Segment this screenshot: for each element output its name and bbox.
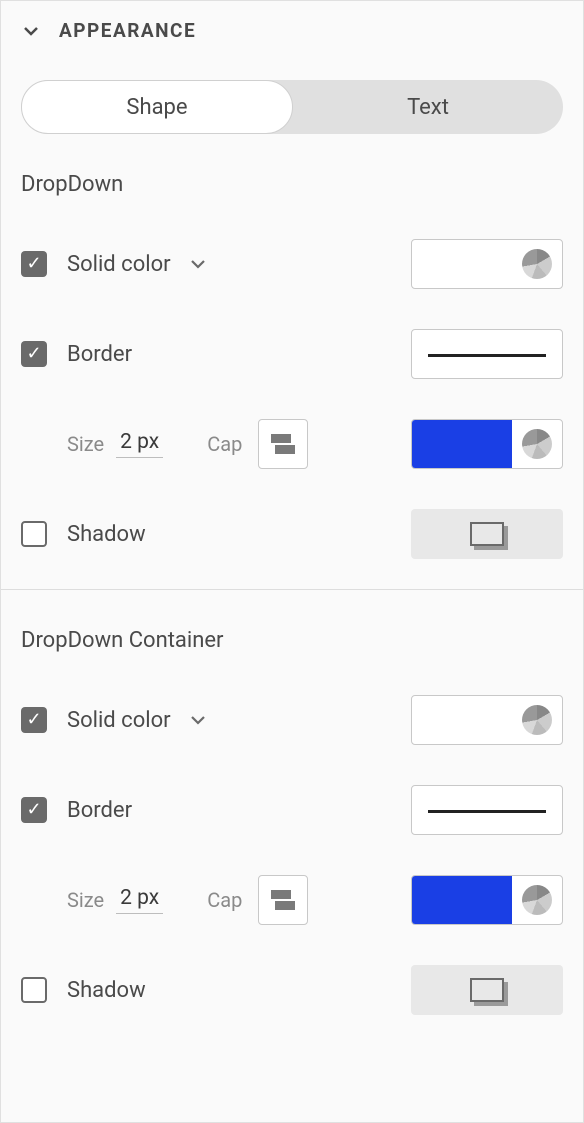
panel-title: APPEARANCE	[59, 19, 196, 42]
solid-color-checkbox[interactable]: ✓	[21, 251, 47, 277]
size-input[interactable]: 2 px	[116, 886, 163, 914]
color-wheel-icon	[522, 429, 552, 459]
section-container-title: DropDown Container	[21, 628, 563, 653]
shadow-checkbox[interactable]	[21, 521, 47, 547]
cap-label: Cap	[207, 432, 242, 456]
collapse-chevron-icon[interactable]	[21, 21, 41, 41]
tab-text-label: Text	[407, 95, 449, 120]
border-style-swatch[interactable]	[411, 329, 563, 379]
appearance-tabs: Shape Text	[21, 80, 563, 134]
size-label: Size	[67, 888, 104, 912]
shadow-checkbox[interactable]	[21, 977, 47, 1003]
cap-label: Cap	[207, 888, 242, 912]
check-icon: ✓	[26, 255, 41, 273]
section-dropdown-container: DropDown Container ✓ Solid color ✓ Borde…	[1, 589, 583, 1045]
shadow-icon	[470, 978, 504, 1002]
shadow-label: Shadow	[67, 978, 146, 1003]
color-wheel-icon	[522, 249, 552, 279]
solid-color-swatch[interactable]	[411, 239, 563, 289]
border-label: Border	[67, 342, 132, 367]
tab-text[interactable]: Text	[293, 80, 563, 134]
border-color-fill	[412, 876, 512, 924]
check-icon: ✓	[26, 345, 41, 363]
border-checkbox[interactable]: ✓	[21, 797, 47, 823]
section-dropdown: DropDown ✓ Solid color ✓ Border	[1, 134, 583, 589]
border-color-fill	[412, 420, 512, 468]
solid-color-checkbox[interactable]: ✓	[21, 707, 47, 733]
size-input[interactable]: 2 px	[116, 430, 163, 458]
cap-icon	[271, 890, 295, 910]
chevron-down-icon[interactable]	[189, 255, 207, 273]
color-wheel-icon	[522, 885, 552, 915]
line-preview-icon	[428, 810, 546, 813]
tab-shape-label: Shape	[126, 95, 187, 120]
border-color-swatch[interactable]	[411, 875, 563, 925]
shadow-swatch[interactable]	[411, 509, 563, 559]
shadow-label: Shadow	[67, 522, 146, 547]
shadow-icon	[470, 522, 504, 546]
border-label: Border	[67, 798, 132, 823]
border-checkbox[interactable]: ✓	[21, 341, 47, 367]
color-wheel-icon	[522, 705, 552, 735]
border-color-swatch[interactable]	[411, 419, 563, 469]
check-icon: ✓	[26, 801, 41, 819]
shadow-swatch[interactable]	[411, 965, 563, 1015]
tab-shape[interactable]: Shape	[21, 80, 293, 134]
cap-icon	[271, 434, 295, 454]
solid-color-swatch[interactable]	[411, 695, 563, 745]
cap-button[interactable]	[258, 875, 308, 925]
solid-color-label: Solid color	[67, 708, 171, 733]
chevron-down-icon[interactable]	[189, 711, 207, 729]
border-style-swatch[interactable]	[411, 785, 563, 835]
size-label: Size	[67, 432, 104, 456]
section-dropdown-title: DropDown	[21, 172, 563, 197]
line-preview-icon	[428, 354, 546, 357]
solid-color-label: Solid color	[67, 252, 171, 277]
cap-button[interactable]	[258, 419, 308, 469]
check-icon: ✓	[26, 711, 41, 729]
